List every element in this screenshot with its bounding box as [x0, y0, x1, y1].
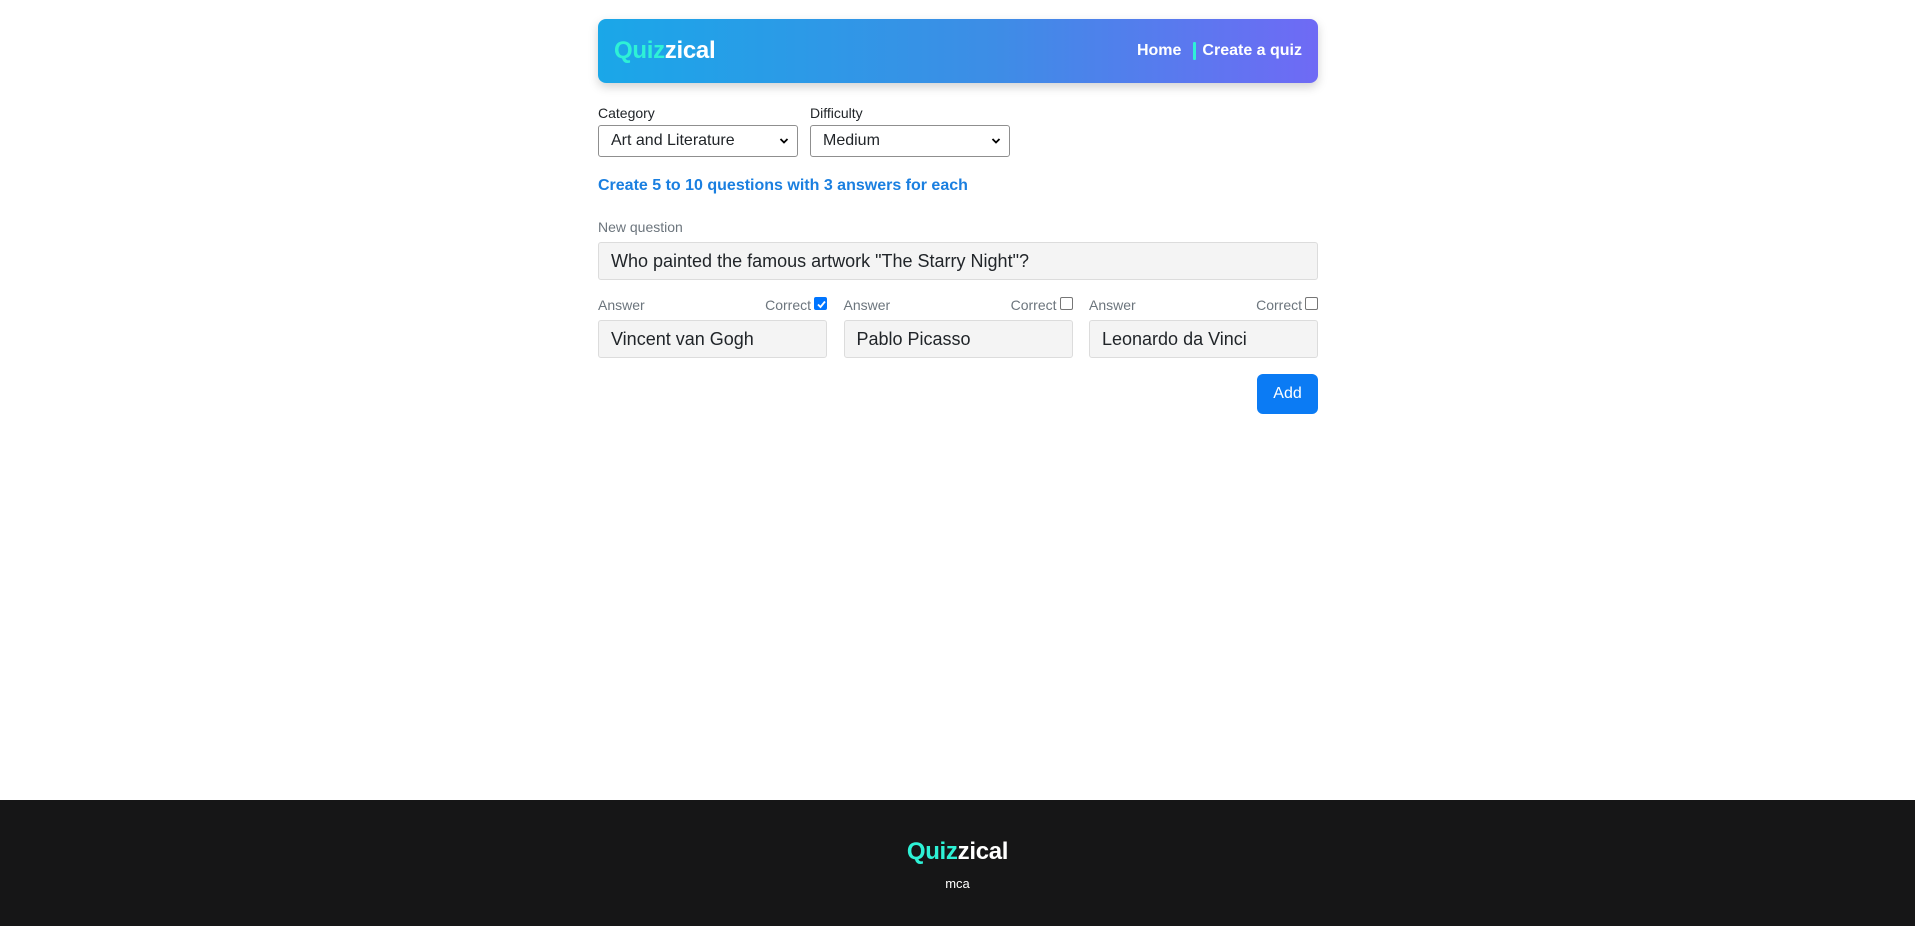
correct-checkbox[interactable]	[1059, 296, 1073, 310]
form-actions: Add	[598, 374, 1318, 414]
correct-label: Correct	[765, 297, 811, 313]
answer-header: Answer Correct	[843, 296, 1073, 313]
question-label: New question	[598, 219, 683, 235]
correct-checkbox[interactable]	[814, 296, 827, 310]
correct-label: Correct	[1010, 297, 1057, 313]
nav-create-quiz-link[interactable]: Create a quiz	[1202, 42, 1302, 60]
logo-accent-text: Quiz	[614, 37, 665, 64]
footer: Quizzical mca	[0, 800, 1915, 926]
answer-input[interactable]: Pablo Picasso	[843, 320, 1073, 358]
nav-home-link[interactable]: Home	[1137, 42, 1181, 60]
main-container: Quizzical Home Create a quiz Category Ar…	[598, 19, 1318, 414]
answer-label: Answer	[1089, 297, 1136, 313]
answer-header: Answer Correct	[598, 296, 827, 313]
chevron-down-icon	[991, 138, 1001, 144]
nav-bar: Home Create a quiz	[1137, 42, 1302, 60]
footer-logo-accent-text: Quiz	[906, 838, 958, 865]
chevron-down-icon	[779, 138, 789, 144]
difficulty-selected-value: Medium	[823, 132, 880, 149]
answer-label: Answer	[598, 297, 645, 313]
category-group: Category Art and Literature	[598, 105, 798, 157]
app-logo[interactable]: Quizzical	[614, 37, 716, 65]
answer-header: Answer Correct	[1089, 296, 1318, 313]
correct-toggle: Correct	[1010, 296, 1073, 313]
answer-3: Answer Correct Leonardo da Vinci	[1089, 296, 1318, 358]
checkmark-icon	[817, 300, 826, 308]
category-select[interactable]: Art and Literature	[598, 125, 798, 157]
app-header: Quizzical Home Create a quiz	[598, 19, 1318, 83]
question-block: New question Who painted the famous artw…	[598, 219, 1318, 280]
correct-toggle: Correct	[765, 296, 827, 313]
answer-2: Answer Correct Pablo Picasso	[843, 296, 1073, 358]
logo-text: zical	[664, 37, 716, 64]
filters-row: Category Art and Literature Difficulty M…	[598, 105, 1318, 157]
correct-label: Correct	[1256, 297, 1302, 313]
nav-divider	[1193, 42, 1197, 60]
difficulty-select[interactable]: Medium	[810, 125, 1010, 157]
answer-input[interactable]: Leonardo da Vinci	[1089, 320, 1318, 358]
footer-logo: Quizzical	[0, 838, 1915, 866]
answer-input[interactable]: Vincent van Gogh	[598, 320, 827, 358]
add-button[interactable]: Add	[1257, 374, 1318, 414]
category-label: Category	[598, 105, 655, 121]
answer-1: Answer Correct Vincent van Gogh	[598, 296, 827, 358]
footer-subtext: mca	[945, 876, 970, 891]
difficulty-group: Difficulty Medium	[810, 105, 1010, 157]
correct-toggle: Correct	[1256, 296, 1318, 313]
answer-label: Answer	[843, 297, 891, 313]
category-selected-value: Art and Literature	[611, 132, 735, 149]
instructions-text: Create 5 to 10 questions with 3 answers …	[598, 177, 968, 194]
difficulty-label: Difficulty	[810, 105, 863, 121]
footer-logo-text: zical	[957, 838, 1009, 865]
correct-checkbox[interactable]	[1305, 296, 1318, 310]
question-input[interactable]: Who painted the famous artwork "The Star…	[598, 242, 1318, 280]
answers-row: Answer Correct Vincent van Gogh Answer C…	[598, 296, 1318, 358]
